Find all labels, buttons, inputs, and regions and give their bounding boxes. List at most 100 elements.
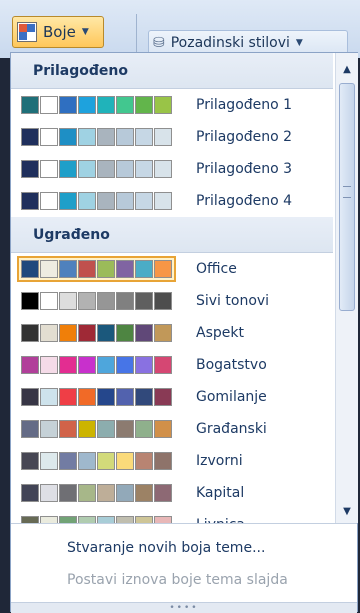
color-scheme-item[interactable]: Prilagođeno 3 bbox=[11, 153, 333, 185]
color-swatch bbox=[154, 192, 172, 210]
color-swatch bbox=[40, 160, 58, 178]
color-swatch bbox=[135, 452, 153, 470]
color-swatch bbox=[97, 192, 115, 210]
grip-icon bbox=[343, 186, 351, 198]
color-swatch bbox=[78, 96, 96, 114]
colors-dropdown-button[interactable]: Boje ▼ bbox=[12, 16, 104, 48]
color-swatch bbox=[78, 260, 96, 278]
color-swatch bbox=[154, 260, 172, 278]
color-swatch bbox=[21, 452, 39, 470]
background-styles-label: Pozadinski stilovi bbox=[170, 34, 290, 51]
color-swatch bbox=[21, 420, 39, 438]
color-swatch bbox=[40, 420, 58, 438]
color-scheme-item[interactable]: Aspekt bbox=[11, 317, 333, 349]
color-swatch bbox=[154, 292, 172, 310]
color-swatch bbox=[116, 484, 134, 502]
color-scheme-label: Prilagođeno 1 bbox=[196, 97, 293, 113]
color-scheme-label: Prilagođeno 4 bbox=[196, 193, 293, 209]
color-scheme-item[interactable]: Sivi tonovi bbox=[11, 285, 333, 317]
color-swatch-strip bbox=[19, 514, 174, 523]
create-new-theme-colors-link[interactable]: Stvaranje novih boja teme... bbox=[67, 540, 265, 556]
color-swatch bbox=[135, 420, 153, 438]
color-scheme-label: Kapital bbox=[196, 485, 245, 501]
color-swatch bbox=[21, 128, 39, 146]
color-swatch bbox=[21, 192, 39, 210]
color-swatch bbox=[135, 516, 153, 523]
color-swatch bbox=[21, 516, 39, 523]
color-swatch bbox=[21, 260, 39, 278]
color-scheme-item[interactable]: Građanski bbox=[11, 413, 333, 445]
color-swatch bbox=[78, 324, 96, 342]
color-swatch-strip bbox=[19, 482, 174, 504]
color-scheme-item[interactable]: Livnica bbox=[11, 509, 333, 523]
color-swatch bbox=[135, 324, 153, 342]
color-swatch bbox=[116, 388, 134, 406]
color-swatch bbox=[59, 292, 77, 310]
color-swatch bbox=[154, 324, 172, 342]
theme-colors-list: Prilagođeno Prilagođeno 1 Prilagođeno 2 Pri… bbox=[11, 53, 333, 523]
color-scheme-label: Bogatstvo bbox=[196, 357, 267, 373]
color-swatch bbox=[40, 388, 58, 406]
color-swatch bbox=[78, 388, 96, 406]
color-swatch bbox=[78, 292, 96, 310]
color-scheme-label: Aspekt bbox=[196, 325, 244, 341]
color-swatch bbox=[154, 452, 172, 470]
scroll-up-icon[interactable]: ▲ bbox=[336, 59, 358, 79]
color-swatch bbox=[135, 192, 153, 210]
color-swatch-strip bbox=[19, 158, 174, 180]
color-swatch bbox=[21, 160, 39, 178]
color-swatch bbox=[97, 324, 115, 342]
color-swatch bbox=[21, 484, 39, 502]
color-swatch bbox=[21, 96, 39, 114]
color-swatch bbox=[40, 452, 58, 470]
resize-grip[interactable]: •••• bbox=[11, 602, 357, 613]
color-swatch bbox=[116, 128, 134, 146]
color-swatch bbox=[97, 160, 115, 178]
color-scheme-item[interactable]: Kapital bbox=[11, 477, 333, 509]
chevron-down-icon: ▼ bbox=[81, 27, 89, 37]
color-swatch bbox=[116, 96, 134, 114]
chevron-down-icon: ▼ bbox=[295, 37, 303, 48]
color-swatch bbox=[135, 160, 153, 178]
color-swatch bbox=[59, 420, 77, 438]
color-scheme-item[interactable]: Bogatstvo bbox=[11, 349, 333, 381]
theme-colors-icon bbox=[17, 22, 37, 42]
color-scheme-item[interactable]: Prilagođeno 4 bbox=[11, 185, 333, 217]
color-swatch-strip bbox=[19, 126, 174, 148]
scrollbar-thumb[interactable] bbox=[339, 83, 355, 311]
color-swatch-strip bbox=[19, 290, 174, 312]
section-header: Ugrađeno bbox=[11, 217, 333, 253]
color-scheme-item[interactable]: Gomilanje bbox=[11, 381, 333, 413]
color-scheme-item[interactable]: Prilagođeno 2 bbox=[11, 121, 333, 153]
color-swatch bbox=[40, 128, 58, 146]
color-scheme-item[interactable]: Office bbox=[11, 253, 333, 285]
background-styles-button[interactable]: ⛁ Pozadinski stilovi ▼ bbox=[148, 30, 348, 54]
color-swatch bbox=[59, 516, 77, 523]
dropdown-footer: Stvaranje novih boja teme... Postavi izn… bbox=[11, 523, 357, 613]
color-swatch bbox=[78, 160, 96, 178]
color-swatch bbox=[59, 452, 77, 470]
color-scheme-item[interactable]: Izvorni bbox=[11, 445, 333, 477]
scroll-down-icon[interactable]: ▼ bbox=[336, 501, 358, 521]
vertical-scrollbar[interactable]: ▲ ▼ bbox=[335, 53, 358, 523]
color-swatch bbox=[40, 516, 58, 523]
color-swatch bbox=[135, 128, 153, 146]
color-swatch bbox=[97, 388, 115, 406]
color-swatch bbox=[40, 192, 58, 210]
color-scheme-item[interactable]: Prilagođeno 1 bbox=[11, 89, 333, 121]
color-swatch bbox=[40, 96, 58, 114]
color-scheme-label: Gomilanje bbox=[196, 389, 267, 405]
color-swatch-strip bbox=[19, 354, 174, 376]
color-scheme-label: Sivi tonovi bbox=[196, 293, 270, 309]
color-swatch bbox=[59, 324, 77, 342]
color-swatch-strip bbox=[19, 322, 174, 344]
color-swatch bbox=[154, 388, 172, 406]
reset-slide-theme-colors-link: Postavi iznova boje tema slajda bbox=[67, 572, 288, 588]
color-swatch bbox=[154, 516, 172, 523]
color-scheme-label: Izvorni bbox=[196, 453, 243, 469]
color-swatch bbox=[97, 516, 115, 523]
color-swatch bbox=[78, 192, 96, 210]
color-swatch bbox=[78, 128, 96, 146]
color-scheme-label: Office bbox=[196, 261, 237, 277]
ribbon-separator bbox=[136, 14, 137, 52]
